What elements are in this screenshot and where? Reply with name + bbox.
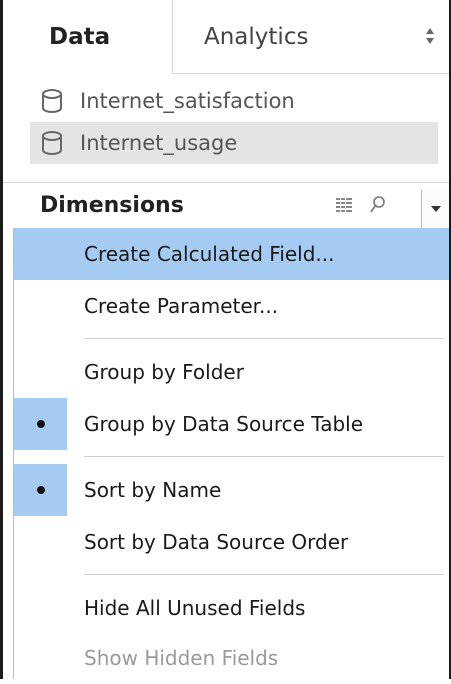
data-source-internet-satisfaction[interactable]: Internet_satisfaction (30, 80, 438, 122)
dimensions-context-menu: Create Calculated Field... Create Parame… (13, 228, 449, 679)
tab-data[interactable]: Data (3, 0, 173, 74)
chevron-down-icon (430, 206, 441, 212)
window-border-left (0, 0, 3, 679)
menu-item-label: Show Hidden Fields (84, 646, 279, 670)
bullet-icon (36, 420, 45, 428)
menu-item-create-calculated-field[interactable]: Create Calculated Field... (14, 228, 449, 280)
menu-item-sort-by-data-source-order[interactable]: Sort by Data Source Order (14, 516, 449, 568)
checked-indicator (14, 398, 67, 450)
menu-item-label: Group by Folder (84, 360, 244, 384)
search-icon[interactable] (369, 195, 387, 215)
menu-item-group-by-folder[interactable]: Group by Folder (14, 346, 449, 398)
sort-arrows-icon[interactable] (425, 26, 435, 46)
checked-indicator (14, 464, 67, 516)
divider (3, 182, 449, 183)
menu-item-label: Hide All Unused Fields (84, 596, 306, 620)
menu-item-show-hidden-fields: Show Hidden Fields (14, 632, 449, 684)
menu-item-group-by-data-source-table[interactable]: Group by Data Source Table (14, 398, 449, 450)
menu-separator (84, 574, 444, 575)
menu-item-label: Sort by Name (84, 478, 222, 502)
data-source-label: Internet_usage (80, 131, 238, 155)
tab-bar: Data Analytics (3, 0, 449, 74)
view-list-icon[interactable] (336, 198, 352, 212)
dimensions-heading: Dimensions (40, 193, 184, 218)
data-source-internet-usage[interactable]: Internet_usage (30, 122, 438, 164)
menu-item-hide-all-unused-fields[interactable]: Hide All Unused Fields (14, 582, 449, 634)
data-pane: Data Analytics Internet_satisfaction Int… (0, 0, 451, 679)
data-source-label: Internet_satisfaction (80, 89, 295, 113)
menu-item-create-parameter[interactable]: Create Parameter... (14, 280, 449, 332)
database-icon (42, 131, 62, 155)
tab-analytics[interactable]: Analytics (174, 0, 449, 74)
tab-data-label: Data (49, 24, 111, 50)
menu-item-label: Sort by Data Source Order (84, 530, 349, 554)
menu-separator (84, 338, 444, 339)
bullet-icon (36, 486, 45, 494)
menu-item-label: Create Calculated Field... (84, 242, 335, 266)
menu-separator (84, 456, 444, 457)
menu-item-sort-by-name[interactable]: Sort by Name (14, 464, 449, 516)
menu-item-label: Group by Data Source Table (84, 412, 364, 436)
menu-item-label: Create Parameter... (84, 294, 279, 318)
dimensions-menu-button[interactable] (421, 190, 449, 228)
tab-analytics-label: Analytics (204, 24, 309, 50)
database-icon (42, 89, 62, 113)
